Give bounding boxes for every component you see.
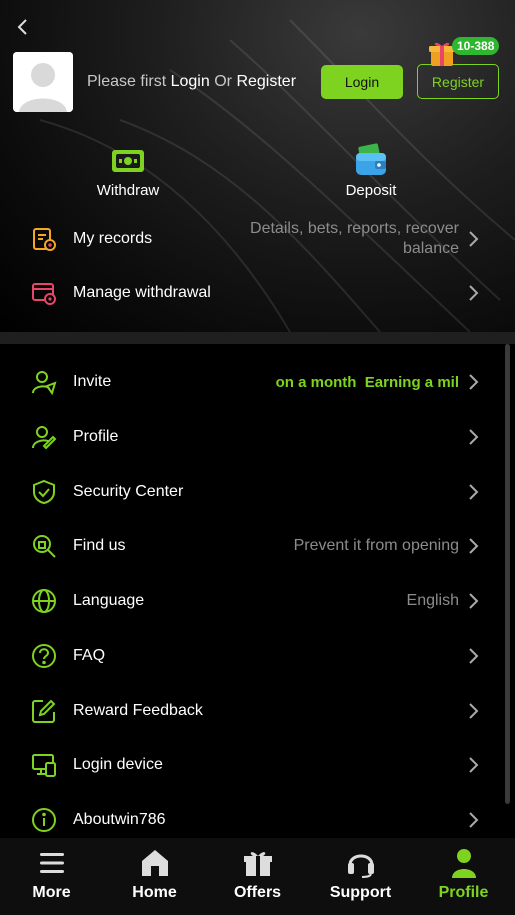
find-us-icon bbox=[30, 532, 58, 560]
my-records-label: My records bbox=[73, 230, 153, 247]
invite-promo: on a month Earning a mil bbox=[276, 374, 459, 391]
register-link[interactable]: Register bbox=[236, 73, 296, 90]
chevron-right-icon bbox=[467, 755, 479, 775]
chevron-right-icon bbox=[467, 810, 479, 830]
tab-more[interactable]: More bbox=[0, 838, 103, 915]
records-icon bbox=[30, 225, 58, 253]
tab-more-label: More bbox=[32, 884, 71, 901]
chevron-right-icon bbox=[467, 646, 479, 666]
chevron-right-icon bbox=[467, 229, 479, 249]
deposit-button[interactable]: Deposit bbox=[311, 142, 431, 199]
devices-icon bbox=[30, 751, 58, 779]
menu-item-faq[interactable]: FAQ bbox=[0, 631, 515, 681]
my-records-desc-line1: Details, bets, reports, recover bbox=[250, 220, 459, 237]
chevron-right-icon bbox=[467, 283, 479, 303]
chevron-right-icon bbox=[467, 591, 479, 611]
profile-edit-icon bbox=[30, 423, 58, 451]
chevron-right-icon bbox=[467, 482, 479, 502]
tab-offers[interactable]: Offers bbox=[206, 838, 309, 915]
tab-home[interactable]: Home bbox=[103, 838, 206, 915]
tab-profile[interactable]: Profile bbox=[412, 838, 515, 915]
faq-label: FAQ bbox=[73, 647, 106, 664]
or-text: Or bbox=[214, 73, 232, 90]
menu-item-find-us[interactable]: Find us Prevent it from opening bbox=[0, 521, 515, 571]
chevron-right-icon bbox=[467, 372, 479, 392]
find-us-value: Prevent it from opening bbox=[293, 537, 459, 554]
reward-feedback-label: Reward Feedback bbox=[73, 702, 203, 719]
login-prompt: Please first Login Or Register bbox=[87, 73, 296, 91]
bottom-tab-bar: More Home Offers Support Profile bbox=[0, 838, 515, 915]
home-icon bbox=[141, 850, 168, 876]
menu-icon bbox=[39, 853, 64, 873]
menu-item-login-device[interactable]: Login device bbox=[0, 740, 515, 790]
deposit-label: Deposit bbox=[345, 182, 397, 199]
login-device-label: Login device bbox=[73, 756, 163, 773]
menu-item-manage-withdrawal[interactable]: Manage withdrawal bbox=[0, 268, 515, 318]
globe-icon bbox=[30, 587, 58, 615]
manage-withdrawal-icon bbox=[30, 279, 58, 307]
menu-item-invite[interactable]: Invite on a month Earning a mil bbox=[0, 357, 515, 407]
scrollbar[interactable] bbox=[505, 344, 510, 804]
manage-withdrawal-label: Manage withdrawal bbox=[73, 284, 211, 301]
chevron-right-icon bbox=[467, 427, 479, 447]
invite-label: Invite bbox=[73, 373, 112, 390]
login-prompt-prefix: Please first bbox=[87, 73, 167, 90]
login-button[interactable]: Login bbox=[321, 65, 403, 99]
chevron-right-icon bbox=[467, 536, 479, 556]
gift-badge: 10-388 bbox=[452, 37, 500, 55]
tab-support-label: Support bbox=[329, 884, 392, 901]
shield-check-icon bbox=[30, 478, 58, 506]
menu-item-profile[interactable]: Profile bbox=[0, 412, 515, 462]
invite-promo-b: Earning a mil bbox=[364, 373, 459, 391]
tab-offers-label: Offers bbox=[233, 884, 282, 901]
person-icon bbox=[451, 849, 476, 878]
question-icon bbox=[30, 642, 58, 670]
withdraw-icon bbox=[112, 150, 144, 172]
menu-item-my-records[interactable]: My records Details, bets, reports, recov… bbox=[0, 214, 515, 264]
edit-icon bbox=[30, 697, 58, 725]
profile-label: Profile bbox=[73, 428, 119, 445]
invite-promo-a: on a month bbox=[275, 373, 357, 391]
avatar[interactable] bbox=[13, 52, 73, 112]
deposit-icon bbox=[356, 143, 386, 175]
my-records-description: Details, bets, reports, recover balance bbox=[250, 219, 459, 259]
headset-icon bbox=[347, 854, 374, 878]
my-records-desc-line2: balance bbox=[402, 240, 459, 257]
about-label: Aboutwin786 bbox=[73, 811, 166, 828]
chevron-left-icon bbox=[17, 19, 27, 35]
login-link[interactable]: Login bbox=[171, 73, 210, 90]
language-value: English bbox=[406, 592, 459, 609]
withdraw-label: Withdraw bbox=[96, 182, 160, 199]
find-us-label: Find us bbox=[73, 537, 126, 554]
menu-item-security-center[interactable]: Security Center bbox=[0, 467, 515, 517]
tab-support[interactable]: Support bbox=[309, 838, 412, 915]
withdraw-button[interactable]: Withdraw bbox=[68, 142, 188, 199]
info-icon bbox=[30, 806, 58, 834]
section-divider bbox=[0, 332, 515, 344]
back-button[interactable] bbox=[10, 14, 34, 40]
gift-box-icon bbox=[243, 852, 272, 876]
register-button[interactable]: Register bbox=[417, 64, 499, 99]
user-placeholder-icon bbox=[13, 52, 73, 112]
menu-item-language[interactable]: Language English bbox=[0, 576, 515, 626]
tab-home-label: Home bbox=[132, 884, 177, 901]
menu-item-reward-feedback[interactable]: Reward Feedback bbox=[0, 686, 515, 736]
security-center-label: Security Center bbox=[73, 483, 184, 500]
language-label: Language bbox=[73, 592, 145, 609]
tab-profile-label: Profile bbox=[438, 884, 489, 901]
invite-icon bbox=[30, 368, 58, 396]
chevron-right-icon bbox=[467, 701, 479, 721]
